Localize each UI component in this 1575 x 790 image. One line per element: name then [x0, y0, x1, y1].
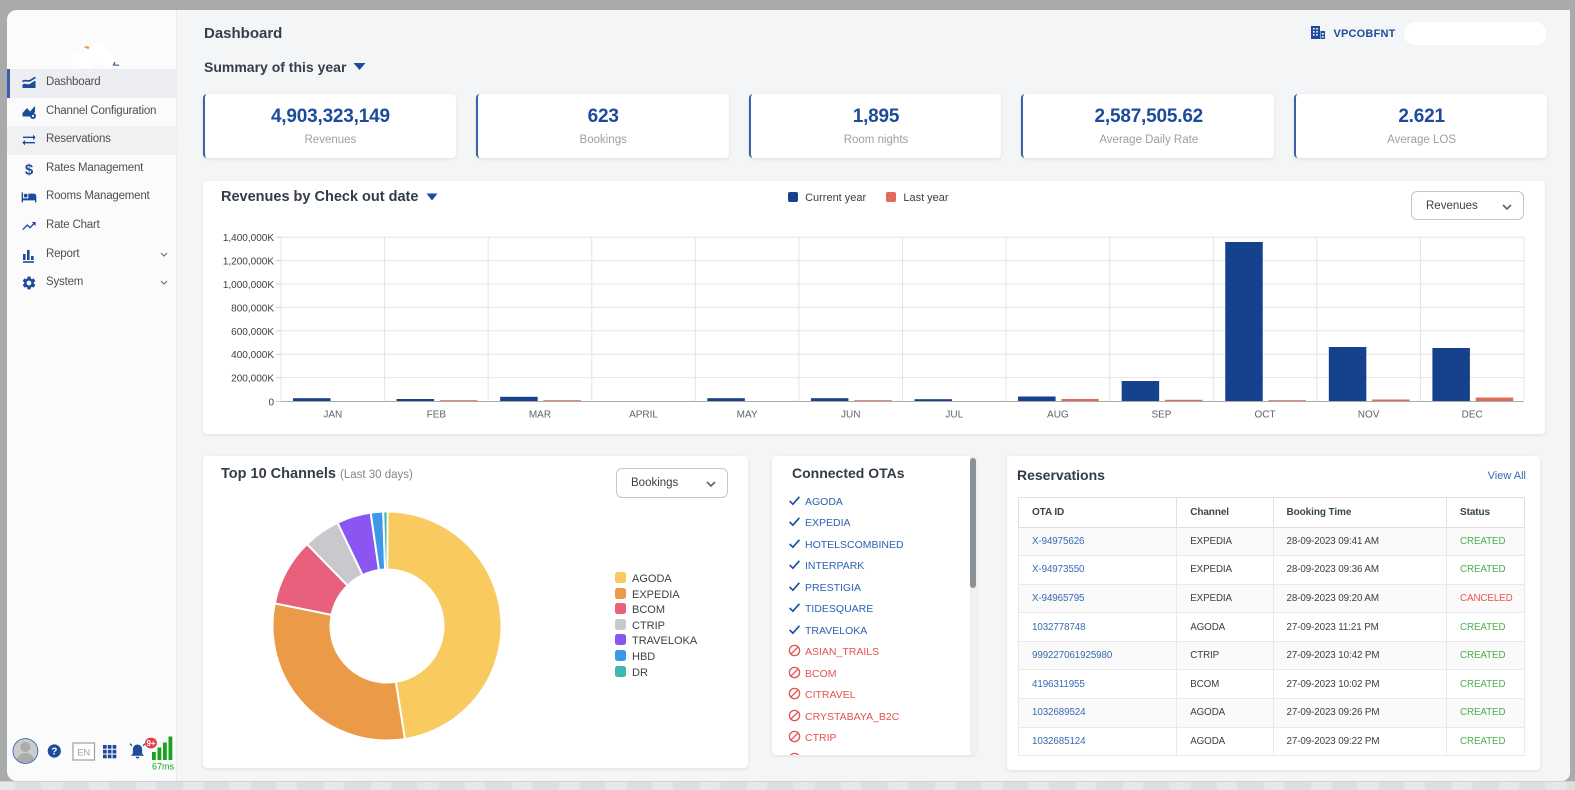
svg-text:600,000K: 600,000K [231, 327, 274, 338]
svg-text:9+: 9+ [146, 739, 155, 748]
svg-text:DEC: DEC [1462, 410, 1483, 421]
svg-text:$: $ [25, 161, 34, 177]
svg-text:MAY: MAY [737, 410, 758, 421]
svg-text:400,000K: 400,000K [231, 350, 274, 361]
svg-text:MAR: MAR [529, 410, 551, 421]
svg-text:APRIL: APRIL [629, 410, 658, 421]
svg-text:FEB: FEB [427, 410, 447, 421]
svg-text:AUG: AUG [1047, 410, 1069, 421]
svg-text:1,000,000K: 1,000,000K [223, 280, 274, 291]
svg-text:1,200,000K: 1,200,000K [223, 257, 274, 268]
svg-text:JUN: JUN [841, 410, 860, 421]
svg-text:SEP: SEP [1151, 410, 1171, 421]
svg-text:JUL: JUL [945, 410, 963, 421]
svg-text:OCT: OCT [1254, 410, 1275, 421]
svg-text:NOV: NOV [1358, 410, 1380, 421]
svg-text:?: ? [51, 747, 57, 758]
svg-text:800,000K: 800,000K [231, 303, 274, 314]
svg-text:JAN: JAN [323, 410, 342, 421]
svg-text:EN: EN [77, 748, 90, 759]
svg-text:67ms: 67ms [152, 762, 175, 772]
svg-text:1,400,000K: 1,400,000K [223, 233, 274, 244]
svg-text:200,000K: 200,000K [231, 374, 274, 385]
svg-text:0: 0 [268, 398, 274, 409]
